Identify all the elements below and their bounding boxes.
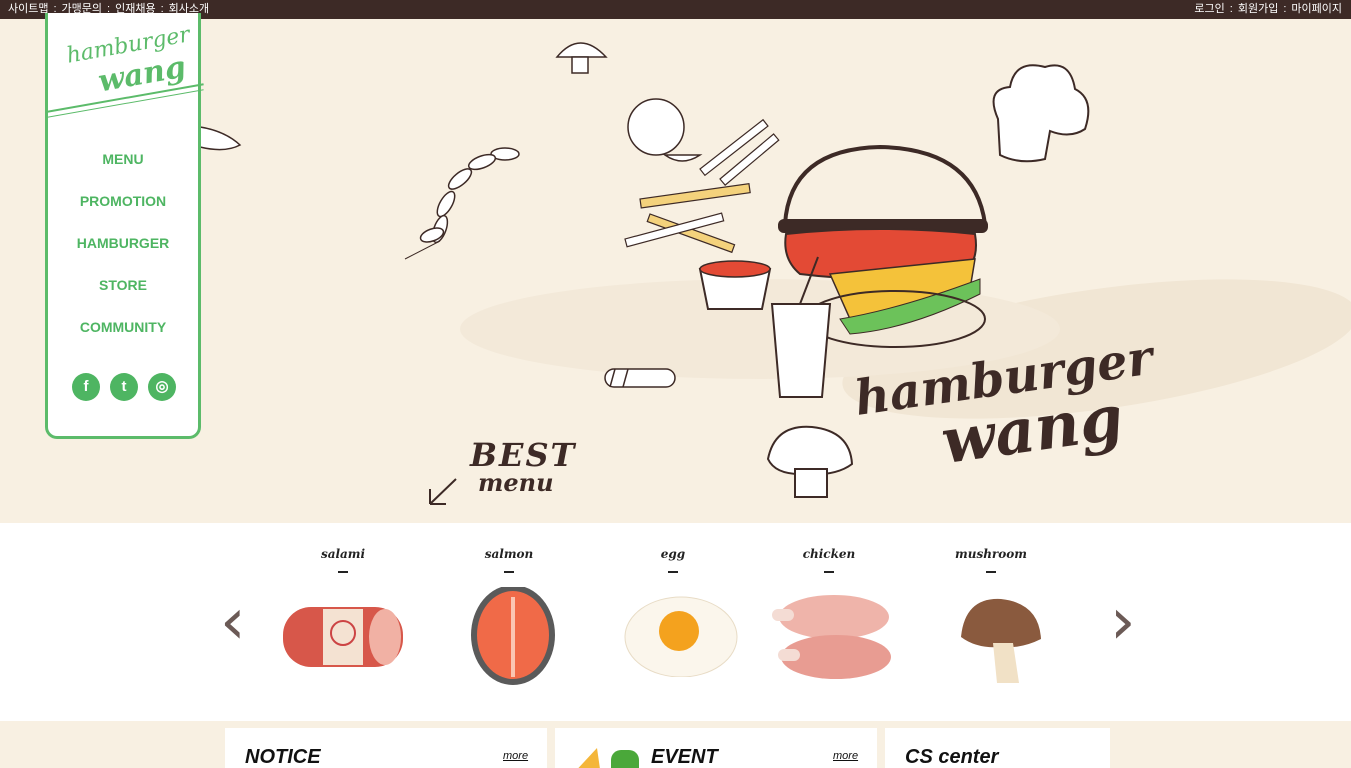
event-box: EVENT more — [555, 728, 877, 768]
nav-item-menu[interactable]: MENU — [48, 145, 198, 187]
top-bar: 사이트맵 : 가맹문의 : 인재채용 : 회사소개 로그인 : 회원가입 : 마… — [0, 0, 1351, 19]
separator: : — [1229, 3, 1233, 15]
ingredient-salami[interactable]: salami — [268, 547, 418, 677]
ingredient-name: chicken — [802, 547, 856, 561]
ingredient-mushroom[interactable]: mushroom — [916, 547, 1066, 687]
ingredient-name: egg — [660, 547, 686, 561]
main-menu: MENU PROMOTION HAMBURGER STORE COMMUNITY — [48, 145, 198, 355]
instagram-icon[interactable]: ◎ — [148, 373, 176, 401]
chevron-left-icon[interactable]: ‹ — [220, 585, 246, 659]
hero-banner: BEST menu hamburger wang — [0, 19, 1351, 523]
divider — [504, 571, 514, 573]
hero-illustration — [199, 42, 1351, 505]
facebook-icon[interactable]: f — [72, 373, 100, 401]
nav-item-promotion[interactable]: PROMOTION — [48, 187, 198, 229]
salmon-image — [471, 587, 555, 685]
best-menu-label[interactable]: BEST menu — [470, 439, 576, 495]
event-food-icon — [578, 748, 639, 768]
ingredient-name: mushroom — [955, 547, 1027, 561]
egg-image — [624, 596, 738, 677]
divider — [824, 571, 834, 573]
notice-title: NOTICE — [245, 746, 321, 768]
nav-item-hamburger[interactable]: HAMBURGER — [48, 229, 198, 271]
ingredient-name: salmon — [484, 547, 534, 561]
salami-image — [283, 607, 403, 667]
event-title: EVENT — [651, 746, 718, 768]
mushroom-image — [961, 598, 1041, 683]
event-more-link[interactable]: more — [833, 750, 858, 762]
login-link[interactable]: 로그인 — [1194, 0, 1224, 19]
best-menu-carousel: ‹ salami salmon egg chicken mushroom › — [0, 523, 1351, 721]
ingredient-egg[interactable]: egg — [598, 547, 748, 677]
logo[interactable]: hamburger wang — [45, 13, 204, 131]
best-text: BEST — [470, 436, 577, 474]
notice-more-link[interactable]: more — [503, 750, 528, 762]
nav-item-store[interactable]: STORE — [48, 271, 198, 313]
twitter-icon[interactable]: t — [110, 373, 138, 401]
notice-box: NOTICE more — [225, 728, 547, 768]
mypage-link[interactable]: 마이페이지 — [1291, 0, 1342, 19]
social-links: f t ◎ — [72, 373, 176, 401]
signup-link[interactable]: 회원가입 — [1238, 0, 1278, 19]
sitemap-link[interactable]: 사이트맵 — [8, 0, 48, 19]
ingredient-salmon[interactable]: salmon — [434, 547, 584, 687]
ingredient-chicken[interactable]: chicken — [754, 547, 904, 687]
divider — [986, 571, 996, 573]
cs-center-box: CS center — [885, 728, 1110, 768]
bottom-section: NOTICE more EVENT more CS center — [0, 721, 1351, 768]
cs-center-title: CS center — [905, 746, 999, 768]
sidebar-nav: hamburger wang MENU PROMOTION HAMBURGER … — [45, 13, 204, 439]
chevron-right-icon[interactable]: › — [1110, 585, 1136, 659]
separator: : — [1283, 3, 1287, 15]
nav-item-community[interactable]: COMMUNITY — [48, 313, 198, 355]
divider — [338, 571, 348, 573]
menu-text: menu — [478, 468, 554, 497]
chicken-image — [772, 595, 891, 679]
divider — [668, 571, 678, 573]
utility-links-right: 로그인 : 회원가입 : 마이페이지 — [1194, 0, 1342, 19]
ingredient-name: salami — [320, 547, 366, 561]
